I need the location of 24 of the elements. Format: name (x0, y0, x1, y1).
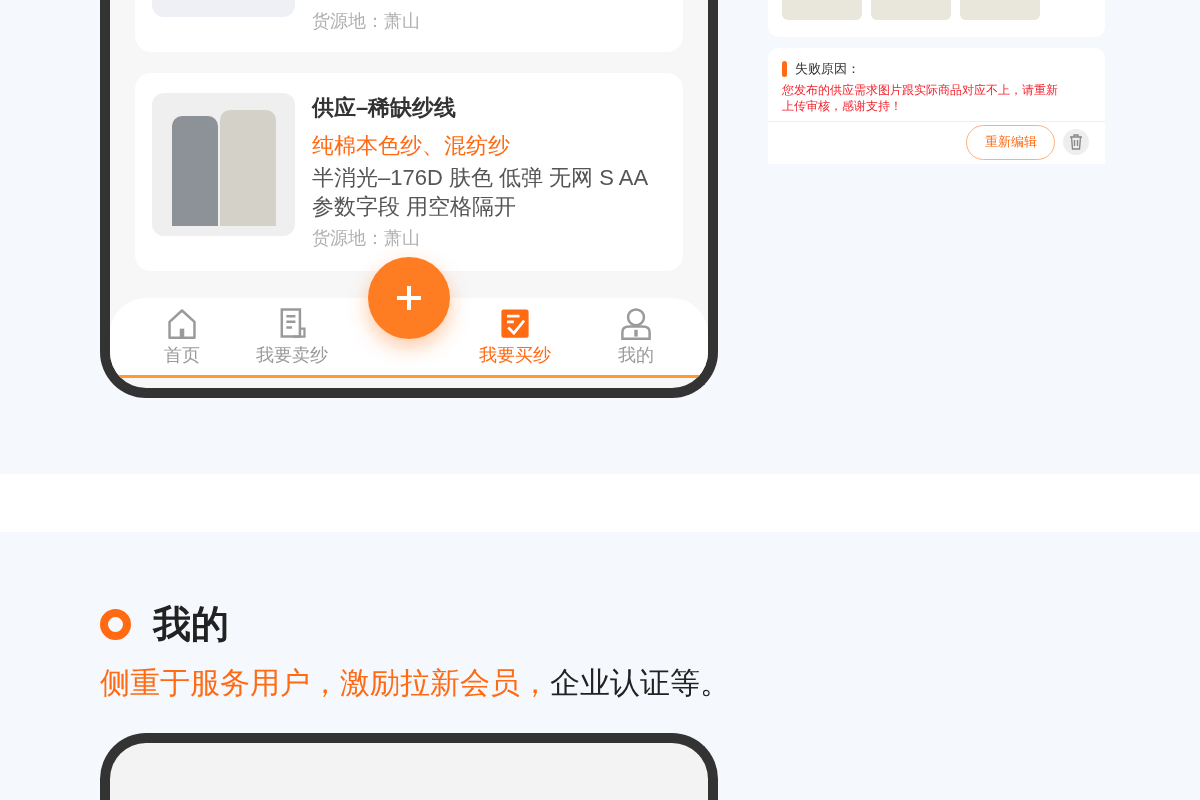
person-icon (619, 306, 653, 340)
tab-bar-item[interactable]: 我要买纱 (475, 306, 555, 369)
tab-bar-item[interactable]: 首页 (142, 306, 222, 369)
origin-text: 货源地：萧山 (312, 10, 420, 33)
listing-card[interactable]: 供应–稀缺纱线 纯棉本色纱、混纺纱 半消光–176D 肤色 低弹 无网 S AA 参数字段 用空格隔开 货源地：萧山 (135, 73, 683, 271)
accent-bar-icon (782, 60, 787, 77)
failure-title: 失败原因： (795, 60, 860, 78)
tab-bar-item[interactable]: 我要卖纱 (252, 306, 332, 369)
tab-bar-item[interactable]: 我的 (596, 306, 676, 369)
listing-category: 纯棉本色纱、混纺纱 (312, 132, 511, 160)
listing-card[interactable]: 货源地：萧山 (135, 0, 683, 52)
house-icon (165, 306, 199, 340)
highlight-text: 侧重于服务用户，激励拉新会员， (100, 665, 550, 701)
checklist-icon (498, 306, 532, 340)
plus-icon (395, 284, 423, 312)
listing-specs: 半消光–176D 肤色 低弹 无网 S AA 参数字段 用空格隔开 (312, 164, 649, 221)
delete-button[interactable] (1063, 129, 1089, 155)
ring-icon (100, 608, 131, 640)
origin-text: 货源地：萧山 (312, 227, 421, 250)
trash-icon (1069, 134, 1083, 150)
listing-title: 供应–稀缺纱线 (312, 94, 458, 122)
section-title: 我的 (153, 602, 229, 647)
failure-reason: 您发布的供应需求图片跟实际商品对应不上，请重新上传审核，感谢支持！ (781, 81, 1059, 114)
description-text: 企业认证等。 (550, 665, 730, 701)
